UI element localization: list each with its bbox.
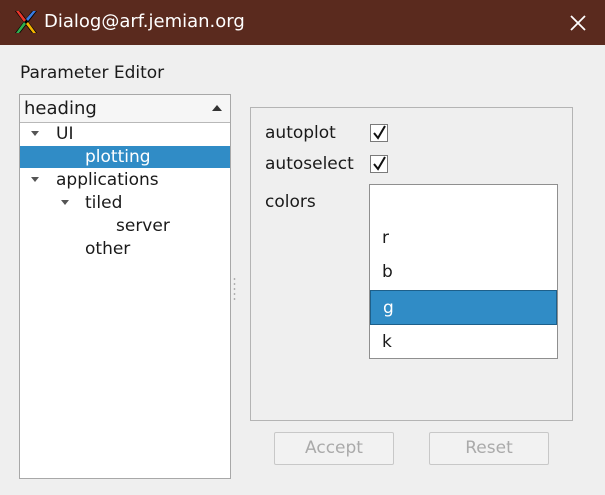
autoplot-checkbox[interactable] (370, 124, 388, 142)
list-item-label: g (383, 298, 394, 318)
tree-item-label: server (116, 216, 170, 236)
list-item[interactable]: r (370, 221, 557, 256)
expand-arrow-icon[interactable] (60, 199, 70, 206)
tree-header[interactable]: heading (20, 95, 230, 123)
reset-button[interactable]: Reset (429, 432, 549, 465)
list-item[interactable]: g (370, 290, 557, 325)
x11-logo-icon (15, 11, 37, 33)
parameter-tree[interactable]: heading UI plotting applications tiled s… (19, 94, 231, 479)
title-bar: Dialog@arf.jemian.org (0, 0, 605, 45)
checkmark-icon (373, 156, 386, 171)
tree-item-plotting[interactable]: plotting (20, 146, 230, 168)
tree-item-label: other (85, 239, 131, 259)
list-item-label: k (382, 332, 392, 352)
expand-arrow-icon[interactable] (30, 176, 40, 183)
splitter-handle[interactable] (233, 277, 236, 301)
tree-item-ui[interactable]: UI (20, 123, 230, 145)
checkmark-icon (373, 125, 386, 140)
close-icon[interactable] (565, 10, 591, 36)
tree-item-label: tiled (85, 193, 123, 213)
list-item[interactable]: b (370, 255, 557, 290)
tree-item-applications[interactable]: applications (20, 169, 230, 191)
parameter-editor-label: Parameter Editor (20, 63, 165, 83)
tree-item-label: plotting (85, 147, 151, 167)
autoselect-checkbox[interactable] (370, 155, 388, 173)
accept-button[interactable]: Accept (274, 432, 394, 465)
list-item[interactable]: k (370, 325, 557, 360)
tree-header-label: heading (24, 98, 97, 119)
list-item-label: r (382, 228, 389, 248)
window-title: Dialog@arf.jemian.org (44, 11, 245, 32)
list-item-label: b (382, 262, 393, 282)
colors-list[interactable]: r b g k (369, 184, 558, 359)
list-item[interactable] (370, 185, 557, 220)
tree-item-tiled[interactable]: tiled (20, 192, 230, 214)
sort-ascending-icon (212, 105, 222, 111)
expand-arrow-icon[interactable] (30, 130, 40, 137)
autoselect-label: autoselect (265, 154, 354, 174)
tree-item-label: UI (56, 124, 74, 144)
autoplot-label: autoplot (265, 123, 336, 143)
tree-item-label: applications (56, 170, 159, 190)
tree-item-other[interactable]: other (20, 238, 230, 260)
tree-item-server[interactable]: server (20, 215, 230, 237)
colors-label: colors (265, 192, 316, 212)
